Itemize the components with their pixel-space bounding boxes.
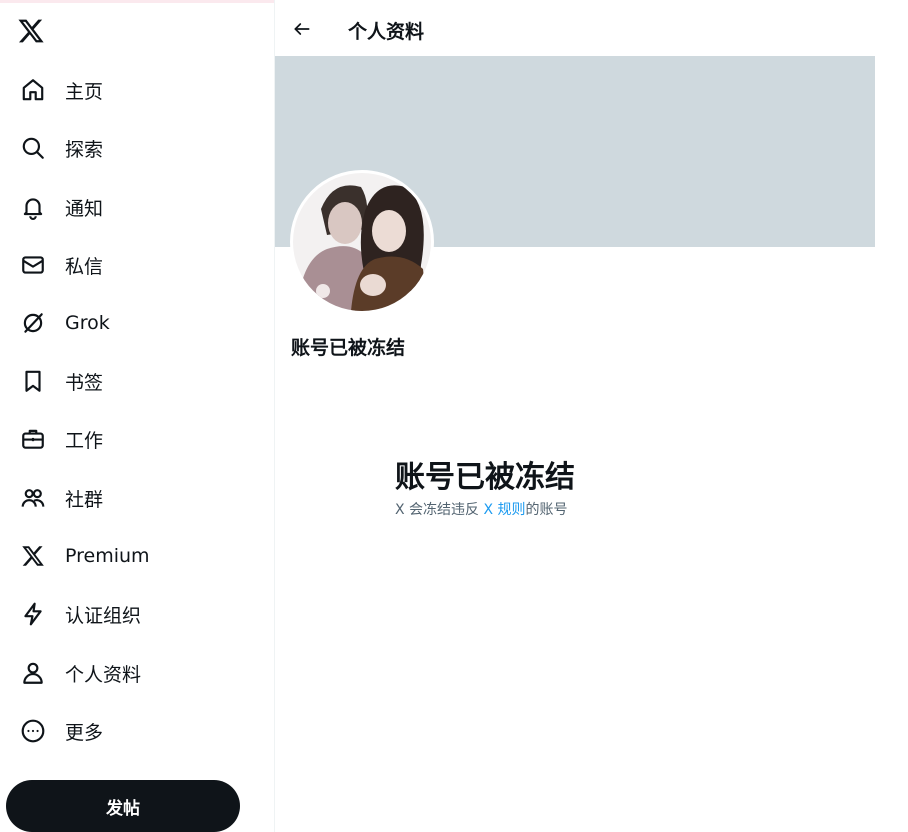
people-icon bbox=[20, 485, 46, 511]
grok-icon bbox=[20, 310, 46, 336]
suspended-desc-text: X 会冻结违反 bbox=[395, 502, 484, 518]
sidebar-item-label: 个人资料 bbox=[65, 663, 142, 686]
x-rules-link[interactable]: X 规则 bbox=[484, 502, 526, 518]
page-title: 个人资料 bbox=[348, 21, 425, 43]
suspended-title: 账号已被冻结 bbox=[395, 460, 575, 495]
sidebar-item-grok[interactable]: Grok bbox=[8, 301, 122, 345]
profile-header: 个人资料 bbox=[275, 3, 875, 56]
sidebar-item-label: Premium bbox=[65, 545, 150, 567]
briefcase-icon bbox=[20, 426, 46, 452]
sidebar-item-label: 认证组织 bbox=[65, 604, 142, 627]
x-logo-icon bbox=[20, 543, 46, 569]
sidebar-item-explore[interactable]: 探索 bbox=[8, 126, 115, 170]
sidebar-item-label: 更多 bbox=[65, 721, 104, 744]
sidebar-item-label: 探索 bbox=[65, 138, 104, 161]
lightning-icon bbox=[20, 601, 46, 627]
sidebar-item-notifications[interactable]: 通知 bbox=[8, 185, 115, 229]
sidebar-item-label: 书签 bbox=[65, 371, 104, 394]
sidebar-item-bookmarks[interactable]: 书签 bbox=[8, 359, 115, 403]
sidebar-item-verified-orgs[interactable]: 认证组织 bbox=[8, 592, 153, 636]
bell-icon bbox=[20, 194, 46, 220]
sidebar-item-messages[interactable]: 私信 bbox=[8, 243, 115, 287]
suspended-description: X 会冻结违反 X 规则的账号 bbox=[395, 499, 568, 519]
post-button[interactable]: 发帖 bbox=[6, 780, 240, 832]
sidebar-item-jobs[interactable]: 工作 bbox=[8, 417, 115, 461]
suspended-desc-text: 的账号 bbox=[525, 502, 568, 518]
right-panel-edge bbox=[875, 0, 908, 832]
bookmark-icon bbox=[20, 368, 46, 394]
envelope-icon bbox=[20, 252, 46, 278]
sidebar-item-label: 工作 bbox=[65, 429, 104, 452]
sidebar-item-communities[interactable]: 社群 bbox=[8, 476, 115, 520]
profile-column: 个人资料 账号已被冻结 账号已被冻结 X 会冻结违反 X 规则的账号 bbox=[274, 0, 876, 832]
sidebar-item-premium[interactable]: Premium bbox=[8, 534, 162, 578]
person-icon bbox=[20, 660, 46, 686]
sidebar-item-label: 私信 bbox=[65, 255, 104, 278]
sidebar-item-label: 社群 bbox=[65, 488, 104, 511]
home-icon bbox=[20, 77, 46, 103]
more-circle-icon bbox=[20, 718, 46, 744]
avatar[interactable] bbox=[290, 170, 434, 314]
back-button[interactable] bbox=[289, 16, 315, 42]
x-logo-icon[interactable] bbox=[17, 17, 47, 47]
sidebar-item-label: 主页 bbox=[65, 80, 104, 103]
profile-name: 账号已被冻结 bbox=[291, 337, 406, 359]
arrow-left-icon bbox=[294, 23, 310, 35]
sidebar-item-more[interactable]: 更多 bbox=[8, 709, 115, 753]
sidebar-item-home[interactable]: 主页 bbox=[8, 68, 115, 112]
sidebar: 主页 探索 通知 私信 Grok 书签 工作 社群 Premium 认证组织 个… bbox=[0, 0, 274, 832]
sidebar-item-label: 通知 bbox=[65, 197, 104, 220]
sidebar-item-label: Grok bbox=[65, 312, 110, 334]
search-icon bbox=[20, 135, 46, 161]
sidebar-item-profile[interactable]: 个人资料 bbox=[8, 651, 153, 695]
